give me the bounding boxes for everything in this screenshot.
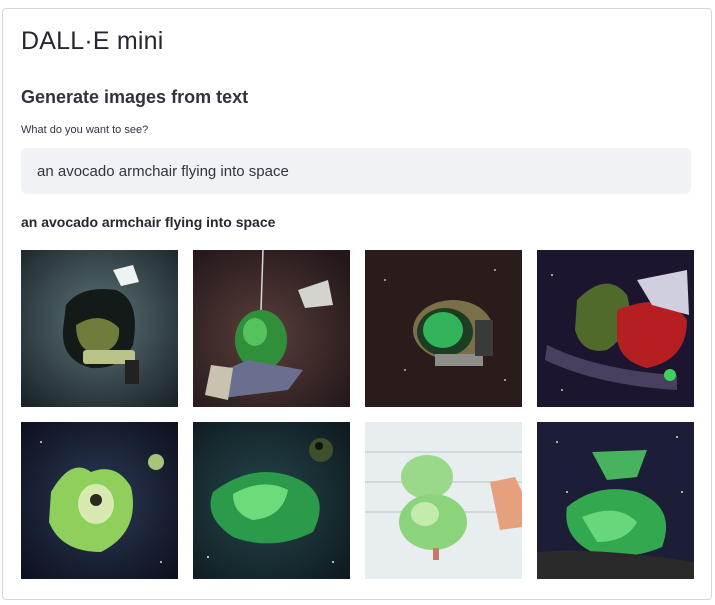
page-subtitle: Generate images from text xyxy=(21,87,249,107)
app-container: DALL·E mini Generate images from text Wh… xyxy=(2,8,712,600)
image-grid xyxy=(21,250,694,579)
prompt-input[interactable] xyxy=(21,148,691,194)
page-title: DALL·E mini xyxy=(21,27,164,55)
results-caption: an avocado armchair flying into space xyxy=(21,214,276,230)
prompt-label: What do you want to see? xyxy=(21,124,149,136)
generated-image-8[interactable] xyxy=(537,422,694,579)
generated-image-2[interactable] xyxy=(193,250,350,407)
generated-image-1[interactable] xyxy=(21,250,178,407)
generated-image-4[interactable] xyxy=(537,250,694,407)
generated-image-6[interactable] xyxy=(193,422,350,579)
generated-image-5[interactable] xyxy=(21,422,178,579)
generated-image-3[interactable] xyxy=(365,250,522,407)
generated-image-7[interactable] xyxy=(365,422,522,579)
